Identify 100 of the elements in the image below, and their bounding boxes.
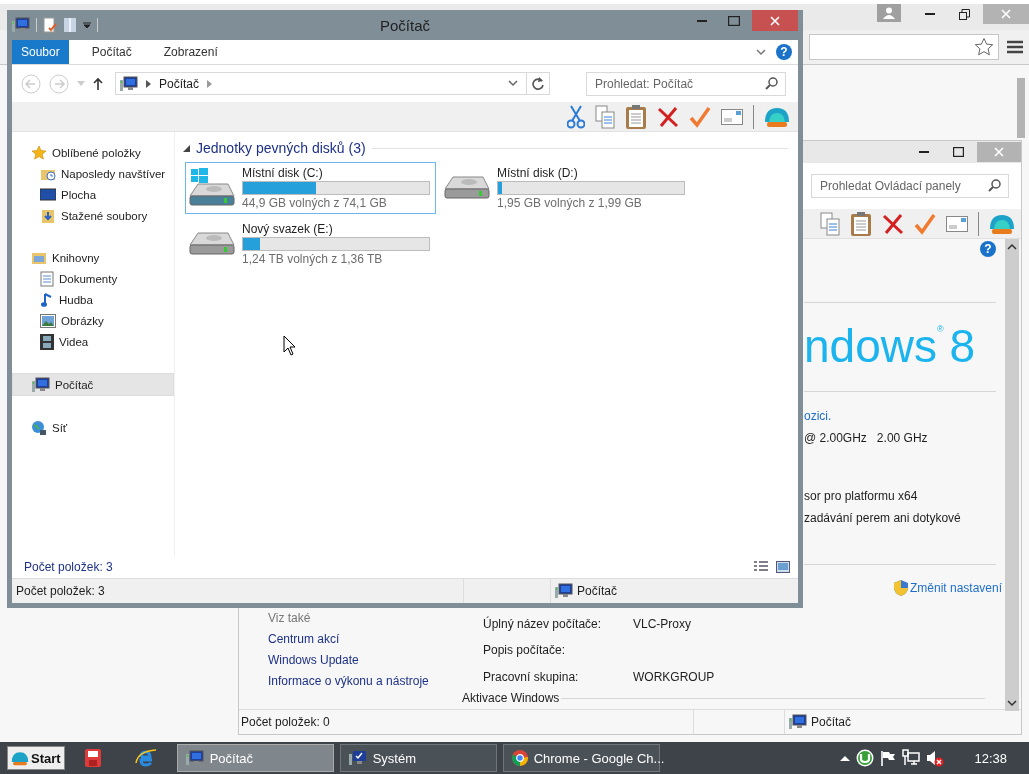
info-text: zadávání perem ani dotykové [804, 510, 962, 526]
computer-icon [555, 583, 573, 599]
cursor-icon [283, 335, 296, 356]
nav-item[interactable]: Počítač [12, 373, 174, 396]
see-also-link[interactable]: Informace o výkonu a nástroje [268, 674, 453, 688]
minimize-icon[interactable] [697, 19, 707, 22]
nav-item[interactable]: Stažené soubory [12, 205, 174, 226]
dropdown-icon[interactable] [83, 21, 91, 29]
new-folder-icon[interactable] [63, 17, 77, 33]
delete-icon[interactable] [657, 105, 679, 128]
nav-item[interactable]: Obrázky [12, 310, 174, 331]
ribbon-tab[interactable]: Zobrazení [154, 40, 227, 64]
shield-icon [893, 580, 908, 596]
info-text: sor pro platformu x64 [804, 488, 919, 504]
copy-icon[interactable] [820, 211, 840, 236]
close-button[interactable] [752, 10, 798, 31]
envelope-icon[interactable] [721, 108, 743, 125]
drive-tile[interactable]: Nový svazek (E:) 1,24 TB volných z 1,36 TB [185, 218, 436, 270]
address-bar[interactable]: Počítač [115, 72, 550, 95]
group-heading[interactable]: Jednotky pevných disků (3) [196, 140, 366, 156]
hard-drive-icon [443, 175, 491, 201]
shell-icon[interactable] [764, 105, 790, 128]
see-also-link[interactable]: Centrum akcí [268, 632, 453, 646]
tiles-view-icon[interactable] [776, 561, 790, 573]
nav-item[interactable]: Naposledy navštíver [12, 163, 174, 184]
help-button[interactable]: ? [980, 241, 996, 257]
collapse-icon[interactable] [183, 144, 190, 152]
ribbon-tab[interactable]: Počítač [82, 40, 141, 64]
download-folder-icon [40, 207, 56, 224]
film-icon [40, 333, 54, 350]
shell-icon[interactable] [989, 212, 1015, 235]
torrent-icon[interactable] [856, 749, 875, 767]
taskbar-button[interactable]: Počítač [176, 744, 334, 772]
properties-icon[interactable] [43, 17, 57, 33]
checkmark-icon[interactable] [914, 212, 936, 235]
checkmark-icon[interactable] [689, 105, 711, 128]
nav-item[interactable]: Dokumenty [12, 268, 174, 289]
change-settings-link[interactable]: Změnit nastavení [893, 580, 1002, 596]
help-button[interactable]: ? [776, 44, 792, 60]
info-text: @ 2.00GHz 2.00 GHz [804, 430, 929, 446]
muted-speaker-icon[interactable] [926, 749, 945, 767]
location-text: Počítač [811, 715, 852, 729]
drive-tile[interactable]: Místní disk (D:) 1,95 GB volných z 1,99 GB [440, 162, 691, 214]
ribbon-tab[interactable]: Soubor [12, 40, 69, 64]
drive-tile[interactable]: Místní disk (C:) 44,9 GB volných z 74,1 GB [185, 162, 436, 214]
nav-item[interactable]: Knihovny [12, 247, 174, 268]
free-space-text: 1,95 GB volných z 1,99 GB [497, 196, 643, 210]
nav-item[interactable]: Videa [12, 331, 174, 352]
clipboard-icon[interactable] [625, 103, 647, 130]
search-icon [765, 76, 778, 90]
scroll-up-icon[interactable] [1007, 243, 1017, 251]
up-arrow-icon[interactable] [93, 77, 103, 90]
section-heading: Viz také [268, 611, 312, 625]
free-space-text: 1,24 TB volných z 1,36 TB [242, 252, 384, 266]
copy-icon[interactable] [595, 104, 615, 129]
search-field[interactable]: Prohledat Ovládací panely [811, 174, 1009, 198]
breadcrumb-arrow-icon [207, 79, 213, 88]
link-text[interactable]: Změnit nastavení [909, 581, 1002, 595]
nav-item[interactable]: Hudba [12, 289, 174, 310]
network-icon[interactable] [902, 749, 921, 767]
clock[interactable]: 12:38 [974, 750, 1007, 766]
info-link[interactable]: ozici. [804, 408, 996, 424]
computer-icon [789, 714, 807, 730]
see-also-link[interactable]: Windows Update [268, 653, 453, 667]
clipboard-icon[interactable] [850, 210, 872, 237]
nav-item[interactable]: Síť [12, 417, 174, 438]
details-view-icon[interactable] [754, 561, 768, 573]
breadcrumb[interactable]: Počítač [159, 76, 200, 91]
nav-item[interactable]: Plocha [12, 184, 174, 205]
scrollbar[interactable] [1005, 239, 1019, 711]
profile-button[interactable] [877, 4, 901, 22]
scissors-icon[interactable] [567, 104, 585, 129]
property-label: Úplný název počítače: [483, 617, 603, 633]
search-field[interactable]: Prohledat: Počítač [586, 71, 786, 96]
address-field[interactable] [809, 34, 999, 60]
chevron-down-icon[interactable] [756, 48, 766, 56]
property-label: Pracovní skupina: [483, 669, 580, 686]
scroll-down-icon[interactable] [1007, 699, 1017, 707]
restore-icon[interactable] [958, 8, 970, 20]
envelope-icon[interactable] [946, 215, 968, 232]
system-drive-icon [188, 168, 236, 208]
nav-item[interactable]: Oblíbené položky [12, 142, 174, 163]
computer-icon [185, 750, 204, 766]
menu-icon[interactable] [1007, 40, 1023, 54]
close-icon [770, 15, 780, 26]
taskbar-button[interactable]: Systém [339, 744, 497, 772]
show-hidden-icons-icon[interactable] [840, 755, 851, 761]
start-button[interactable]: Start [7, 746, 65, 770]
picture-icon [40, 313, 56, 328]
browser-e-icon[interactable] [134, 748, 157, 768]
globe-icon [31, 419, 47, 436]
breadcrumb-arrow-icon [146, 79, 151, 88]
delete-icon[interactable] [882, 212, 904, 235]
maximize-icon[interactable] [952, 147, 964, 157]
flag-icon[interactable] [880, 750, 897, 766]
chevron-down-icon[interactable] [508, 80, 518, 87]
drive-name: Místní disk (C:) [242, 166, 324, 180]
system-monitor-icon [348, 750, 367, 766]
star-outline-icon[interactable] [974, 37, 994, 57]
free-space-text: 44,9 GB volných z 74,1 GB [242, 196, 388, 210]
